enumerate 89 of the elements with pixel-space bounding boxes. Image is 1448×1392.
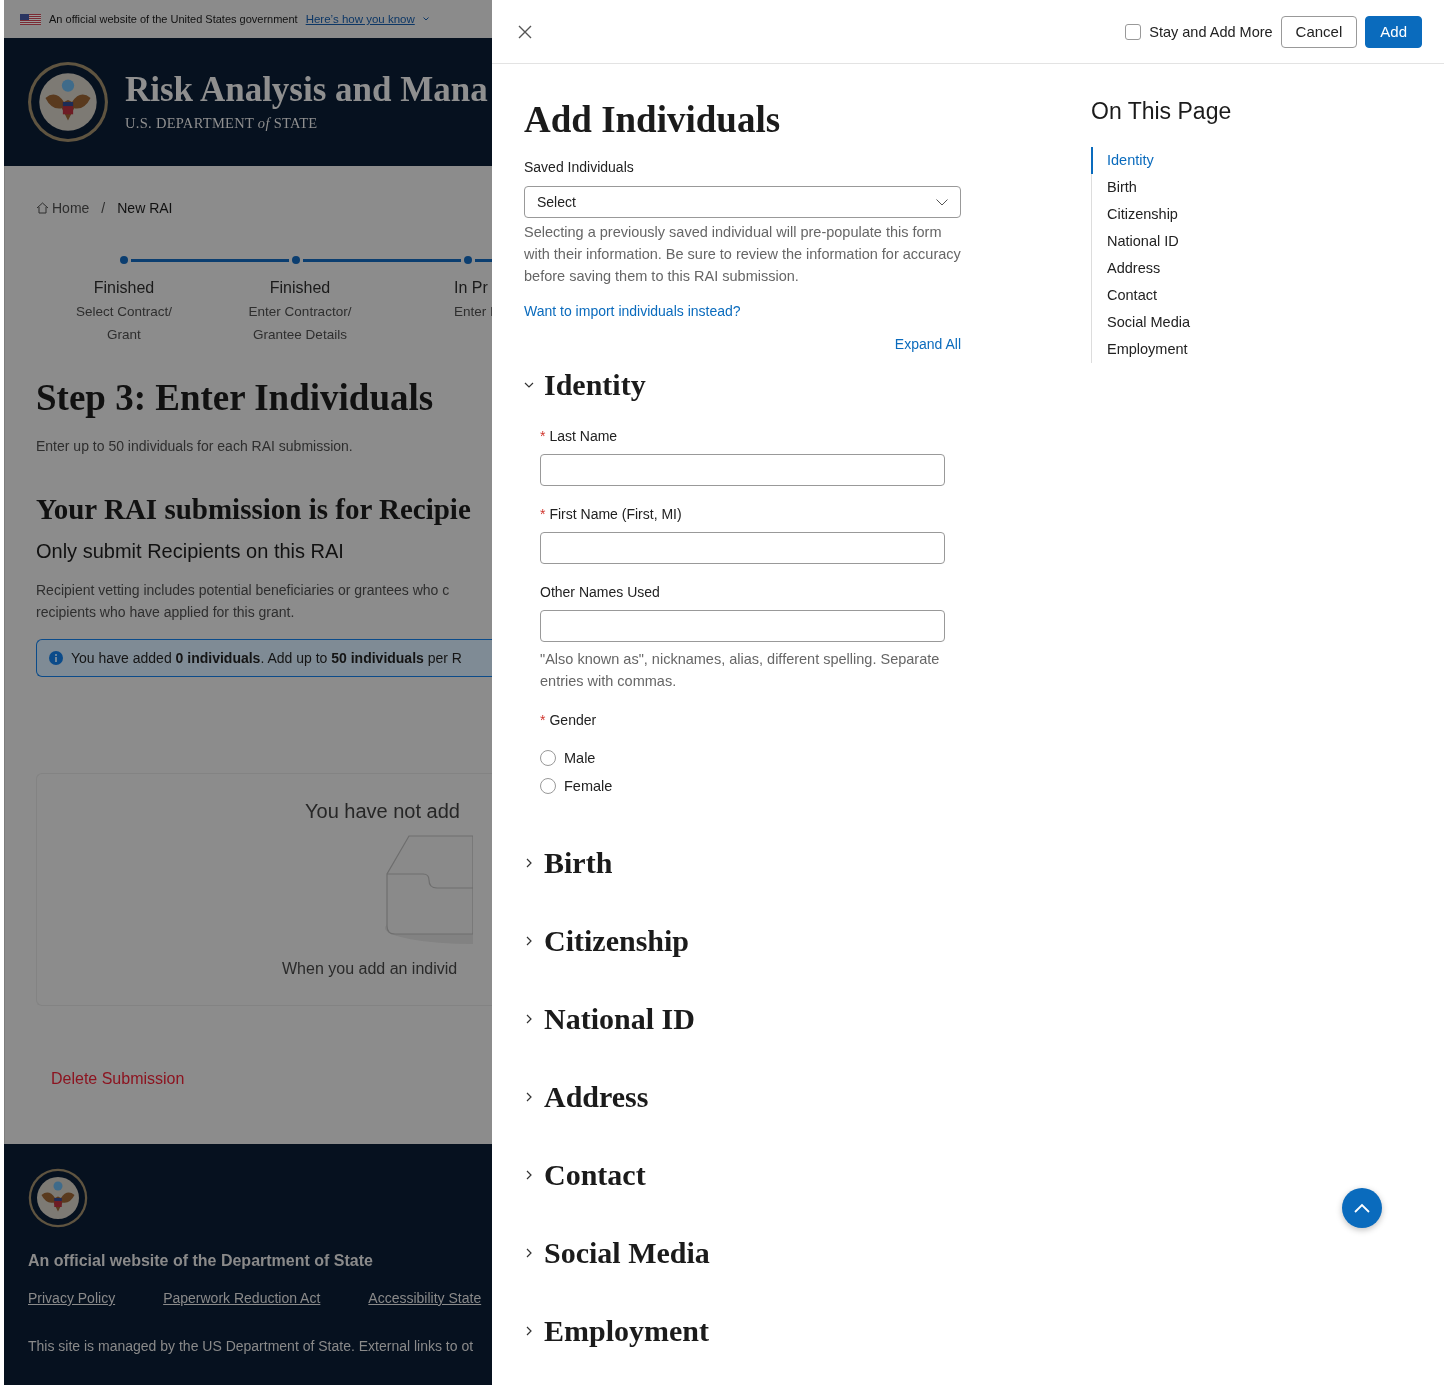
page-nav-link[interactable]: Address xyxy=(1091,255,1232,282)
step-dot xyxy=(292,256,300,264)
banner-text: An official website of the United States government xyxy=(49,13,298,25)
step-intro: Enter up to 50 individuals for each RAI submission. xyxy=(36,437,354,456)
alert-text: You have added 0 individuals. Add up to 50 individuals per R xyxy=(71,650,462,666)
step-status: Finished xyxy=(93,278,155,298)
chevron-right-icon xyxy=(524,1014,534,1024)
page-nav-link[interactable]: Citizenship xyxy=(1091,201,1232,228)
site-title: Risk Analysis and Mana xyxy=(125,72,488,107)
breadcrumb-current: New RAI xyxy=(117,200,173,216)
section-header[interactable]: Citizenship xyxy=(524,920,961,962)
footer-note: This site is managed by the US Department of State. External links to ot xyxy=(28,1338,475,1354)
chevron-right-icon xyxy=(524,1170,534,1180)
field-label: Last Name xyxy=(549,428,618,444)
breadcrumb-home-link[interactable]: Home xyxy=(36,200,90,216)
flag-icon xyxy=(20,13,41,25)
page-nav-link[interactable]: Employment xyxy=(1091,336,1232,363)
add-button[interactable]: Add xyxy=(1365,15,1422,48)
step-dot xyxy=(120,256,128,264)
footer-link[interactable]: Accessibility State xyxy=(368,1290,482,1306)
chevron-down-icon xyxy=(524,380,534,390)
step-heading: Step 3: Enter Individuals xyxy=(36,376,435,419)
page-nav-link[interactable]: Social Media xyxy=(1091,309,1232,336)
chevron-up-icon xyxy=(1354,1203,1370,1213)
field-label: First Name (First, MI) xyxy=(549,506,682,522)
page-nav-link[interactable]: Birth xyxy=(1091,174,1232,201)
on-this-page-title: On This Page xyxy=(1091,98,1232,125)
page-nav-link[interactable]: National ID xyxy=(1091,228,1232,255)
section-header[interactable]: Identity xyxy=(524,364,646,406)
chevron-down-icon xyxy=(936,198,948,206)
radio-label: Male xyxy=(564,750,596,766)
chevron-right-icon xyxy=(524,1326,534,1336)
section-header[interactable]: Employment xyxy=(524,1310,961,1352)
site-subtitle: U.S. DEPARTMENT of STATE xyxy=(125,115,319,132)
footer-link[interactable]: Privacy Policy xyxy=(28,1290,116,1306)
step-label: Enter I xyxy=(454,303,492,321)
caret-icon xyxy=(422,17,429,21)
checkbox-label: Stay and Add More xyxy=(1149,23,1273,40)
submission-subheading: Only submit Recipients on this RAI xyxy=(36,540,345,563)
field-label: Saved Individuals xyxy=(524,159,635,175)
required-marker: * xyxy=(540,428,546,444)
section-header[interactable]: Social Media xyxy=(524,1232,961,1274)
submission-text: Recipient vetting includes potential beneficiaries or grantees who c xyxy=(36,581,451,600)
section-header[interactable]: Birth xyxy=(524,842,961,884)
chevron-right-icon xyxy=(524,1248,534,1258)
import-link[interactable]: Want to import individuals instead? xyxy=(524,303,741,319)
step-status: Finished xyxy=(269,278,331,298)
info-icon xyxy=(49,651,63,665)
text-input[interactable] xyxy=(540,610,945,642)
text-input[interactable] xyxy=(540,454,945,486)
empty-state-text: When you add an individ xyxy=(282,960,458,978)
section-header[interactable]: Contact xyxy=(524,1154,961,1196)
step-label: Enter Contractor/ xyxy=(248,303,352,321)
required-marker: * xyxy=(540,712,546,728)
empty-state-title: You have not add xyxy=(305,800,460,823)
close-button[interactable] xyxy=(518,24,532,39)
submission-heading: Your RAI submission is for Recipie xyxy=(36,493,472,526)
drawer-title: Add Individuals xyxy=(524,98,782,141)
stay-checkbox[interactable] xyxy=(1125,23,1142,40)
field-label: Gender xyxy=(549,712,597,728)
cancel-button[interactable]: Cancel xyxy=(1280,15,1358,48)
saved-individuals-select[interactable]: Select xyxy=(524,186,961,218)
text-input[interactable] xyxy=(540,532,945,564)
chevron-right-icon xyxy=(524,1092,534,1102)
page-nav-link[interactable]: Identity xyxy=(1091,147,1232,174)
submission-text: recipients who have applied for this grant. xyxy=(36,603,296,622)
section-header[interactable]: Address xyxy=(524,1076,961,1118)
breadcrumb-separator: / xyxy=(101,200,106,216)
chevron-right-icon xyxy=(524,936,534,946)
page-nav-link[interactable]: Contact xyxy=(1091,282,1232,309)
step-status: In Pr xyxy=(454,278,488,298)
home-icon xyxy=(36,202,49,214)
footer-link[interactable]: Paperwork Reduction Act xyxy=(163,1290,321,1306)
field-label: Other Names Used xyxy=(540,584,660,600)
required-marker: * xyxy=(540,506,546,522)
step-label: Select Contract/ xyxy=(75,303,172,321)
field-hint: "Also known as", nicknames, alias, different spelling. Separate entries with commas. xyxy=(540,650,941,691)
scroll-to-top-button[interactable] xyxy=(1342,1188,1382,1228)
banner-link[interactable]: Here’s how you know xyxy=(305,13,415,25)
footer-title: An official website of the Department of State xyxy=(28,1252,374,1270)
help-text: Selecting a previously saved individual will pre-populate this form with their information. Be sure to review the information for accuracy before saving them to this RAI submission. xyxy=(524,223,961,286)
step-label: Grant xyxy=(107,326,141,344)
chevron-right-icon xyxy=(524,858,534,868)
radio-label: Female xyxy=(564,778,613,794)
step-label: Grantee Details xyxy=(253,326,347,344)
step-dot xyxy=(464,256,472,264)
expand-all-link[interactable]: Expand All xyxy=(894,336,961,352)
section-header[interactable]: National ID xyxy=(524,998,961,1040)
seal-logo xyxy=(28,1168,88,1228)
